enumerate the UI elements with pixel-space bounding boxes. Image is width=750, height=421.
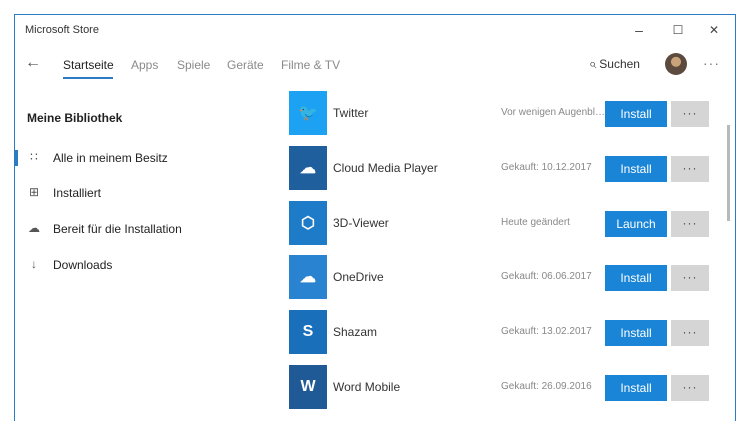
title-bar: Microsoft Store – ☐ ✕ xyxy=(15,15,735,47)
sidebar-item-alle[interactable]: ∷ Alle in meinem Besitz xyxy=(15,145,275,171)
sidebar-item-bereit[interactable]: ☁ Bereit für die Installation xyxy=(15,216,275,242)
more-button[interactable]: ··· xyxy=(671,320,709,346)
nav-bar: ← Startseite Apps Spiele Geräte Filme & … xyxy=(15,51,735,81)
twitter-bird-icon: 🐦 xyxy=(289,91,327,135)
list-item[interactable]: 🐦 Twitter Vor wenigen Augenblicken Insta… xyxy=(287,91,709,137)
list-item[interactable]: ☁ OneDrive Gekauft: 06.06.2017 Install ·… xyxy=(287,255,709,301)
app-name: Shazam xyxy=(333,325,378,339)
app-name: 3D-Viewer xyxy=(333,216,389,230)
install-button[interactable]: Install xyxy=(605,156,667,182)
avatar[interactable] xyxy=(665,53,687,75)
sidebar-item-label: Installiert xyxy=(53,186,102,200)
list-item[interactable]: ☁ Cloud Media Player Gekauft: 10.12.2017… xyxy=(287,146,709,192)
list-item[interactable]: S Shazam Gekauft: 13.02.2017 Install ··· xyxy=(287,310,709,356)
download-icon: ↓ xyxy=(31,257,37,271)
maximize-button[interactable]: ☐ xyxy=(665,19,691,41)
more-button[interactable]: ··· xyxy=(671,265,709,291)
tab-spiele[interactable]: Spiele xyxy=(177,58,210,72)
app-status: Gekauft: 06.06.2017 xyxy=(501,271,592,282)
cube-icon: ⬡ xyxy=(289,201,327,245)
more-button[interactable]: ··· xyxy=(671,156,709,182)
more-button[interactable]: ··· xyxy=(671,211,709,237)
tab-apps[interactable]: Apps xyxy=(131,58,158,72)
search-icon: ⌕ xyxy=(589,56,597,71)
search-label: Suchen xyxy=(599,57,640,71)
app-status: Gekauft: 10.12.2017 xyxy=(501,162,592,173)
active-item-indicator xyxy=(15,150,18,166)
tab-startseite[interactable]: Startseite xyxy=(63,58,114,72)
more-button[interactable]: ··· xyxy=(671,101,709,127)
minimize-button[interactable]: – xyxy=(626,19,652,41)
installed-icon: ⊞ xyxy=(28,185,40,199)
window-title: Microsoft Store xyxy=(25,24,99,36)
sidebar-item-downloads[interactable]: ↓ Downloads xyxy=(15,252,275,278)
store-window: Microsoft Store – ☐ ✕ ← Startseite Apps … xyxy=(14,14,736,421)
app-name: Cloud Media Player xyxy=(333,161,438,175)
sidebar-item-label: Bereit für die Installation xyxy=(53,222,182,236)
app-name: Word Mobile xyxy=(333,380,401,394)
cloud-download-icon: ☁ xyxy=(28,221,40,235)
app-status: Gekauft: 13.02.2017 xyxy=(501,326,592,337)
list-item[interactable]: W Word Mobile Gekauft: 26.09.2016 Instal… xyxy=(287,365,709,411)
list-item[interactable]: ⬡ 3D-Viewer Heute geändert Launch ··· xyxy=(287,201,709,247)
install-button[interactable]: Install xyxy=(605,320,667,346)
onedrive-cloud-icon: ☁ xyxy=(289,255,327,299)
tab-geraete[interactable]: Geräte xyxy=(227,58,264,72)
more-button[interactable]: ··· xyxy=(671,375,709,401)
app-name: OneDrive xyxy=(333,270,384,284)
shazam-icon: S xyxy=(289,310,327,354)
sidebar-title: Meine Bibliothek xyxy=(27,111,123,125)
close-button[interactable]: ✕ xyxy=(701,19,727,41)
app-list: 🐦 Twitter Vor wenigen Augenblicken Insta… xyxy=(287,91,709,421)
word-icon: W xyxy=(289,365,327,409)
app-status: Heute geändert xyxy=(501,217,570,228)
grid-icon: ∷ xyxy=(30,150,38,164)
sidebar-item-installiert[interactable]: ⊞ Installiert xyxy=(15,180,275,206)
sidebar-item-label: Alle in meinem Besitz xyxy=(53,151,168,165)
app-name: Twitter xyxy=(333,106,369,120)
active-tab-indicator xyxy=(63,77,113,79)
app-status: Vor wenigen Augenblicken xyxy=(501,107,605,118)
back-arrow-icon[interactable]: ← xyxy=(25,54,41,72)
sidebar-item-label: Downloads xyxy=(53,258,113,272)
search-button[interactable]: ⌕ Suchen xyxy=(589,56,640,72)
cloud-play-icon: ☁ xyxy=(289,146,327,190)
launch-button[interactable]: Launch xyxy=(605,211,667,237)
tab-filme-tv[interactable]: Filme & TV xyxy=(281,58,340,72)
app-status: Gekauft: 26.09.2016 xyxy=(501,381,592,392)
install-button[interactable]: Install xyxy=(605,101,667,127)
install-button[interactable]: Install xyxy=(605,375,667,401)
install-button[interactable]: Install xyxy=(605,265,667,291)
more-options-icon[interactable]: ··· xyxy=(703,55,720,71)
scrollbar[interactable] xyxy=(727,125,730,221)
